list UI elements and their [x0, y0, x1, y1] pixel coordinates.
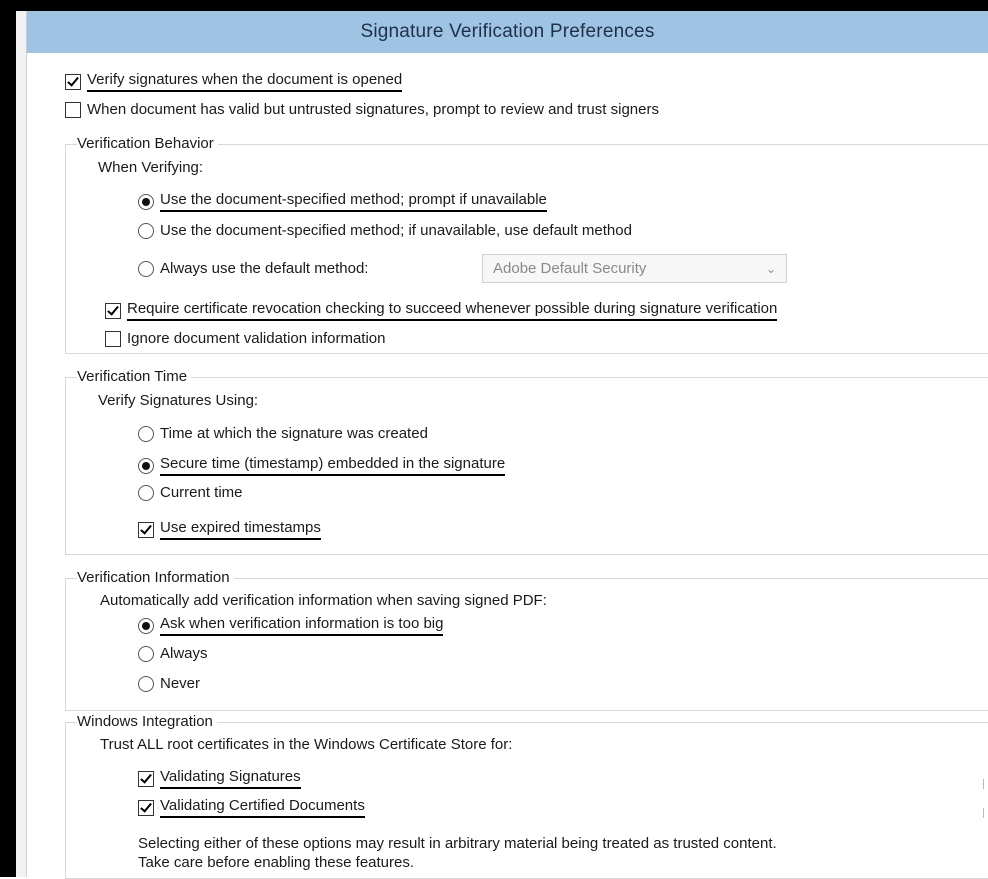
validating-signatures-label: Validating Signatures	[160, 768, 301, 789]
info-radio-always-label: Always	[160, 645, 208, 662]
expired-timestamps-option[interactable]: Use expired timestamps	[138, 519, 321, 540]
time-radio-current-label: Current time	[160, 484, 243, 501]
behavior-radio-always-default-button[interactable]	[138, 260, 154, 277]
revocation-check-label: Require certificate revocation checking …	[127, 300, 778, 321]
windows-warning-line2: Take care before enabling these features…	[138, 854, 415, 871]
info-radio-ask[interactable]: Ask when verification information is too…	[138, 615, 444, 636]
verification-time-title: Verification Time	[77, 368, 192, 385]
windows-warning-line1: Selecting either of these options may re…	[138, 835, 777, 852]
behavior-radio-default-fallback[interactable]: Use the document-specified method; if un…	[138, 222, 632, 239]
time-radio-created[interactable]: Time at which the signature was created	[138, 425, 428, 442]
validating-signatures-option[interactable]: Validating Signatures	[138, 768, 301, 789]
dialog-titlebar: Signature Verification Preferences	[27, 11, 988, 53]
dialog-title: Signature Verification Preferences	[360, 21, 655, 42]
validating-certified-checkbox[interactable]	[138, 799, 154, 816]
verify-signatures-using-label: Verify Signatures Using:	[98, 392, 259, 409]
time-radio-current[interactable]: Current time	[138, 484, 243, 501]
expired-timestamps-checkbox[interactable]	[138, 521, 154, 538]
screenshot-border-left	[0, 0, 16, 877]
info-radio-always[interactable]: Always	[138, 645, 208, 662]
info-radio-ask-label: Ask when verification information is too…	[160, 615, 444, 636]
info-radio-ask-button[interactable]	[138, 617, 154, 634]
verification-information-title: Verification Information	[77, 569, 234, 586]
default-method-select[interactable]: Adobe Default Security ⌄	[482, 254, 787, 283]
behavior-radio-always-default-label: Always use the default method:	[160, 260, 369, 277]
when-verifying-label: When Verifying:	[98, 159, 204, 176]
verify-on-open-checkbox[interactable]	[65, 73, 81, 90]
info-radio-never-button[interactable]	[138, 675, 154, 692]
behavior-radio-prompt-button[interactable]	[138, 193, 154, 210]
windows-integration-title: Windows Integration	[77, 713, 217, 730]
info-radio-never[interactable]: Never	[138, 675, 200, 692]
prompt-untrusted-checkbox[interactable]	[65, 101, 81, 118]
time-radio-secure-button[interactable]	[138, 457, 154, 474]
time-radio-secure-label: Secure time (timestamp) embedded in the …	[160, 455, 506, 476]
ignore-validation-option[interactable]: Ignore document validation information	[105, 330, 386, 347]
verify-on-open-label: Verify signatures when the document is o…	[87, 71, 403, 92]
time-radio-created-button[interactable]	[138, 425, 154, 442]
time-radio-secure[interactable]: Secure time (timestamp) embedded in the …	[138, 455, 506, 476]
validating-certified-option[interactable]: Validating Certified Documents	[138, 797, 365, 818]
signature-verification-dialog: Signature Verification Preferences Verif…	[27, 11, 988, 879]
behavior-radio-prompt-label: Use the document-specified method; promp…	[160, 191, 547, 212]
verify-on-open-option[interactable]: Verify signatures when the document is o…	[65, 71, 403, 92]
behavior-radio-default-fallback-label: Use the document-specified method; if un…	[160, 222, 632, 239]
screenshot-border-top	[0, 0, 988, 11]
revocation-check-option[interactable]: Require certificate revocation checking …	[105, 300, 778, 321]
chevron-down-icon: ⌄	[765, 261, 776, 276]
scroll-edge-mark	[983, 779, 984, 789]
verification-behavior-group	[65, 144, 988, 354]
validating-certified-label: Validating Certified Documents	[160, 797, 365, 818]
ignore-validation-checkbox[interactable]	[105, 330, 121, 347]
ignore-validation-label: Ignore document validation information	[127, 330, 386, 347]
time-radio-created-label: Time at which the signature was created	[160, 425, 428, 442]
default-method-value: Adobe Default Security	[493, 260, 647, 277]
auto-add-info-label: Automatically add verification informati…	[100, 592, 547, 609]
prompt-untrusted-option[interactable]: When document has valid but untrusted si…	[65, 101, 659, 118]
time-radio-current-button[interactable]	[138, 484, 154, 501]
revocation-check-checkbox[interactable]	[105, 302, 121, 319]
trust-root-certs-label: Trust ALL root certificates in the Windo…	[100, 736, 513, 753]
background-window-strip	[16, 11, 27, 877]
prompt-untrusted-label: When document has valid but untrusted si…	[87, 101, 659, 118]
validating-signatures-checkbox[interactable]	[138, 770, 154, 787]
behavior-radio-always-default[interactable]: Always use the default method:	[138, 260, 368, 277]
info-radio-always-button[interactable]	[138, 645, 154, 662]
expired-timestamps-label: Use expired timestamps	[160, 519, 321, 540]
info-radio-never-label: Never	[160, 675, 201, 692]
behavior-radio-prompt[interactable]: Use the document-specified method; promp…	[138, 191, 547, 212]
behavior-radio-default-fallback-button[interactable]	[138, 222, 154, 239]
verification-behavior-title: Verification Behavior	[77, 135, 218, 152]
scroll-edge-mark	[983, 808, 984, 818]
